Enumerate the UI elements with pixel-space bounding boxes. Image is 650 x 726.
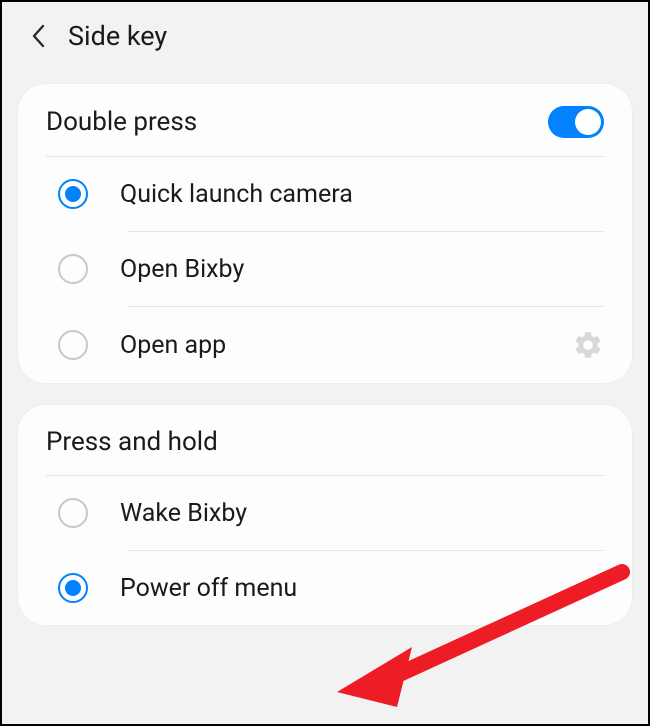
header-bar: Side key [2, 2, 648, 70]
radio-button[interactable] [58, 254, 88, 284]
radio-button[interactable] [58, 573, 88, 603]
double-press-header[interactable]: Double press [18, 84, 632, 156]
double-press-card: Double press Quick launch camera Open Bi… [18, 84, 632, 383]
option-label: Power off menu [120, 574, 604, 603]
press-hold-card: Press and hold Wake Bixby Power off menu [18, 405, 632, 625]
toggle-knob [575, 109, 601, 135]
option-label: Open app [120, 331, 540, 360]
gear-icon[interactable] [572, 329, 604, 361]
option-label: Quick launch camera [120, 180, 604, 209]
radio-button[interactable] [58, 498, 88, 528]
option-wake-bixby[interactable]: Wake Bixby [18, 476, 632, 550]
option-open-bixby[interactable]: Open Bixby [18, 232, 632, 306]
radio-button[interactable] [58, 330, 88, 360]
press-hold-header: Press and hold [18, 405, 632, 475]
option-open-app[interactable]: Open app [18, 307, 632, 383]
radio-button[interactable] [58, 179, 88, 209]
option-power-off-menu[interactable]: Power off menu [18, 551, 632, 625]
option-label: Wake Bixby [120, 499, 604, 528]
option-quick-launch-camera[interactable]: Quick launch camera [18, 157, 632, 231]
chevron-left-icon [31, 24, 45, 48]
double-press-title: Double press [46, 107, 197, 137]
press-hold-title: Press and hold [46, 427, 218, 457]
back-button[interactable] [30, 22, 46, 50]
double-press-toggle[interactable] [548, 106, 604, 138]
page-title: Side key [68, 20, 167, 52]
option-label: Open Bixby [120, 255, 604, 284]
